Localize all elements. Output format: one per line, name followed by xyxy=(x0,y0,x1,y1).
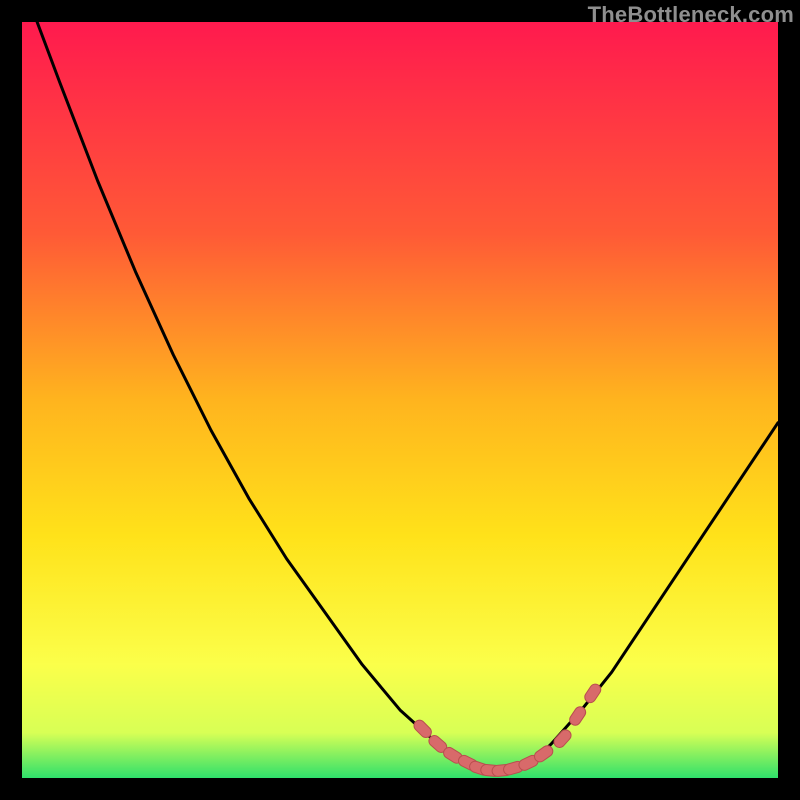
watermark-text: TheBottleneck.com xyxy=(588,2,794,28)
chart-frame xyxy=(22,22,778,778)
gradient-background xyxy=(22,22,778,778)
bottleneck-chart xyxy=(22,22,778,778)
